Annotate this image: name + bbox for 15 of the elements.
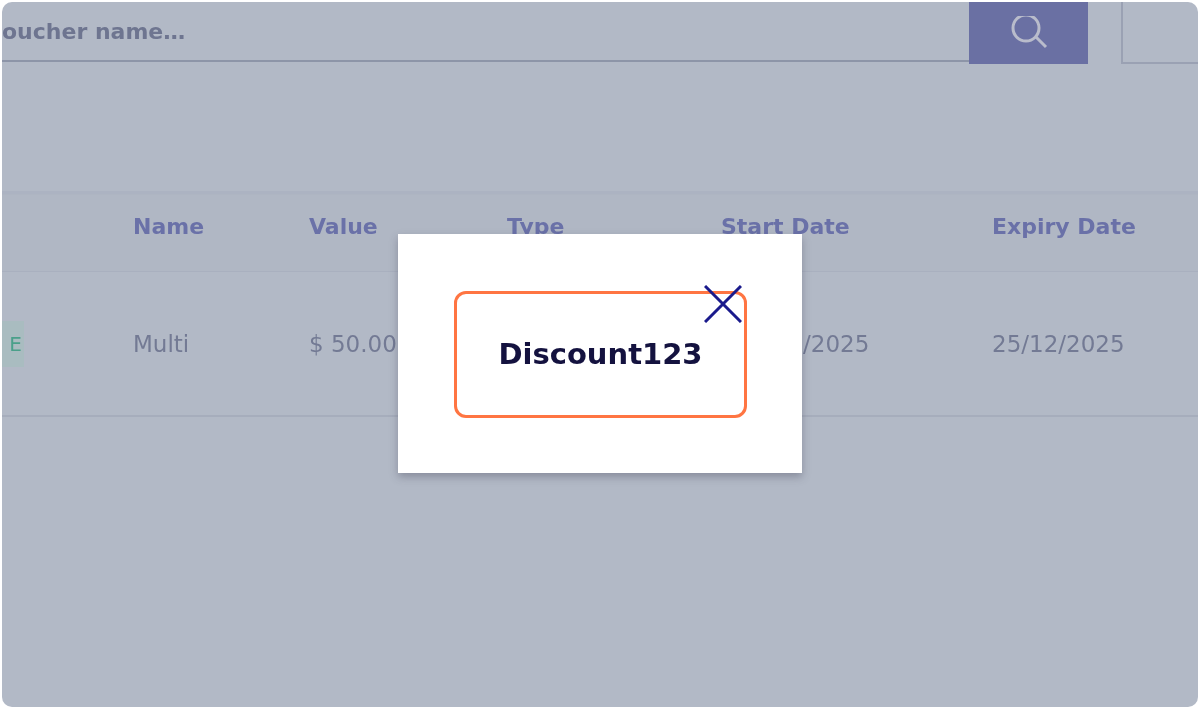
close-button[interactable] [704, 285, 742, 323]
column-header: Value [309, 213, 379, 239]
close-icon [704, 285, 742, 323]
table-cell: 25/12/2025 [992, 330, 1125, 357]
column-header: Expiry Date [992, 213, 1137, 239]
filter-field[interactable] [1121, 2, 1198, 64]
table-cell: $ 50.00 [309, 330, 397, 357]
search-button[interactable] [969, 2, 1089, 64]
status-tag: E [2, 320, 24, 367]
voucher-code: Discount123 [498, 336, 703, 371]
column-header: Name [133, 213, 206, 239]
column-header: Start Date [721, 213, 851, 239]
table-cell: /2025 [803, 330, 870, 357]
search-field[interactable]: oucher name… [2, 2, 969, 62]
table-cell: Multi [133, 330, 190, 357]
